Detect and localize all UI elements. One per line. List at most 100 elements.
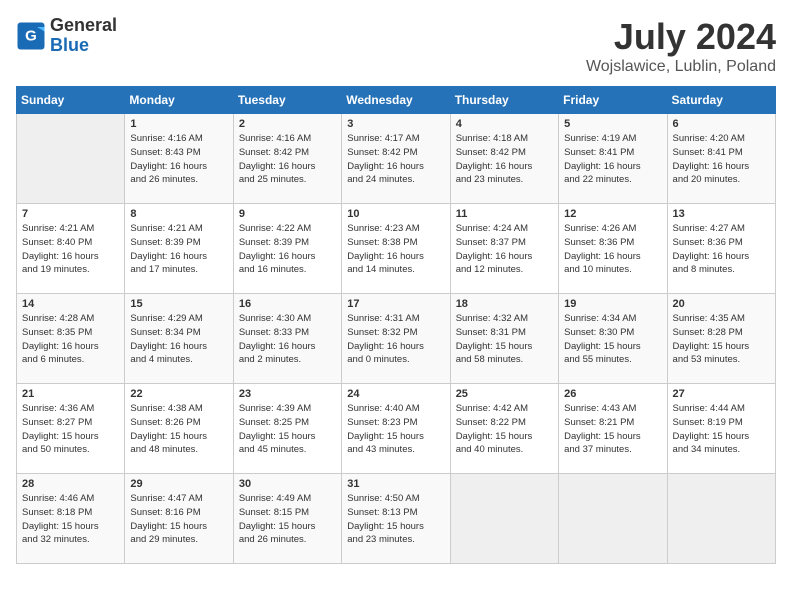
- calendar-cell: 15 Sunrise: 4:29 AMSunset: 8:34 PMDayligh…: [125, 294, 233, 384]
- calendar-cell: 27Sunrise: 4:44 AMSunset: 8:19 PMDayligh…: [667, 384, 775, 474]
- day-number: 3: [347, 118, 444, 130]
- calendar-cell: 23Sunrise: 4:39 AMSunset: 8:25 PMDayligh…: [233, 384, 341, 474]
- day-number: 12: [564, 208, 661, 220]
- day-number: 18: [456, 298, 553, 310]
- calendar-table: SundayMondayTuesdayWednesdayThursdayFrid…: [16, 86, 776, 564]
- calendar-cell: 26 Sunrise: 4:43 AMSunset: 8:21 PMDayligh…: [559, 384, 667, 474]
- calendar-week-row: 28 Sunrise: 4:46 AMSunset: 8:18 PMDayligh…: [17, 474, 776, 564]
- weekday-header: Sunday: [17, 87, 125, 114]
- day-number: 16: [239, 298, 336, 310]
- month-title: July 2024: [586, 16, 776, 58]
- calendar-week-row: 7 Sunrise: 4:21 AMSunset: 8:40 PMDaylight…: [17, 204, 776, 294]
- calendar-cell: 12 Sunrise: 4:26 AMSunset: 8:36 PMDayligh…: [559, 204, 667, 294]
- day-info: Sunrise: 4:23 AMSunset: 8:38 PMDaylight:…: [347, 222, 444, 277]
- day-info: Sunrise: 4:50 AMSunset: 8:13 PMDaylight:…: [347, 492, 444, 547]
- location: Wojslawice, Lublin, Poland: [586, 58, 776, 76]
- day-number: 21: [22, 388, 119, 400]
- day-info: Sunrise: 4:18 AMSunset: 8:42 PMDaylight:…: [456, 132, 553, 187]
- calendar-cell: 1 Sunrise: 4:16 AMSunset: 8:43 PMDaylight…: [125, 114, 233, 204]
- day-number: 28: [22, 478, 119, 490]
- day-number: 6: [673, 118, 770, 130]
- weekday-header: Saturday: [667, 87, 775, 114]
- day-number: 30: [239, 478, 336, 490]
- day-number: 22: [130, 388, 227, 400]
- logo-text: General Blue: [50, 16, 117, 56]
- day-info: Sunrise: 4:40 AMSunset: 8:23 PMDaylight:…: [347, 402, 444, 457]
- calendar-cell: 14 Sunrise: 4:28 AMSunset: 8:35 PMDayligh…: [17, 294, 125, 384]
- calendar-cell: 8 Sunrise: 4:21 AMSunset: 8:39 PMDaylight…: [125, 204, 233, 294]
- calendar-cell: 6 Sunrise: 4:20 AMSunset: 8:41 PMDaylight…: [667, 114, 775, 204]
- day-number: 14: [22, 298, 119, 310]
- day-info: Sunrise: 4:21 AMSunset: 8:40 PMDaylight:…: [22, 222, 119, 277]
- calendar-cell: [559, 474, 667, 564]
- calendar-cell: 2 Sunrise: 4:16 AMSunset: 8:42 PMDaylight…: [233, 114, 341, 204]
- day-info: Sunrise: 4:27 AMSunset: 8:36 PMDaylight:…: [673, 222, 770, 277]
- day-number: 15: [130, 298, 227, 310]
- page-header: G General Blue July 2024 Wojslawice, Lub…: [16, 16, 776, 76]
- weekday-header: Tuesday: [233, 87, 341, 114]
- day-number: 24: [347, 388, 444, 400]
- calendar-cell: 5 Sunrise: 4:19 AMSunset: 8:41 PMDaylight…: [559, 114, 667, 204]
- calendar-cell: [450, 474, 558, 564]
- day-info: Sunrise: 4:24 AMSunset: 8:37 PMDaylight:…: [456, 222, 553, 277]
- day-info: Sunrise: 4:30 AMSunset: 8:33 PMDaylight:…: [239, 312, 336, 367]
- calendar-week-row: 21 Sunrise: 4:36 AMSunset: 8:27 PMDayligh…: [17, 384, 776, 474]
- calendar-cell: 21 Sunrise: 4:36 AMSunset: 8:27 PMDayligh…: [17, 384, 125, 474]
- calendar-cell: 13Sunrise: 4:27 AMSunset: 8:36 PMDayligh…: [667, 204, 775, 294]
- day-info: Sunrise: 4:16 AMSunset: 8:43 PMDaylight:…: [130, 132, 227, 187]
- calendar-cell: 20Sunrise: 4:35 AMSunset: 8:28 PMDayligh…: [667, 294, 775, 384]
- day-info: Sunrise: 4:20 AMSunset: 8:41 PMDaylight:…: [673, 132, 770, 187]
- day-number: 26: [564, 388, 661, 400]
- day-number: 25: [456, 388, 553, 400]
- title-block: July 2024 Wojslawice, Lublin, Poland: [586, 16, 776, 76]
- day-number: 17: [347, 298, 444, 310]
- day-info: Sunrise: 4:17 AMSunset: 8:42 PMDaylight:…: [347, 132, 444, 187]
- day-info: Sunrise: 4:19 AMSunset: 8:41 PMDaylight:…: [564, 132, 661, 187]
- day-info: Sunrise: 4:16 AMSunset: 8:42 PMDaylight:…: [239, 132, 336, 187]
- day-info: Sunrise: 4:31 AMSunset: 8:32 PMDaylight:…: [347, 312, 444, 367]
- day-number: 2: [239, 118, 336, 130]
- day-number: 1: [130, 118, 227, 130]
- day-info: Sunrise: 4:36 AMSunset: 8:27 PMDaylight:…: [22, 402, 119, 457]
- logo-icon: G: [16, 21, 46, 51]
- day-info: Sunrise: 4:44 AMSunset: 8:19 PMDaylight:…: [673, 402, 770, 457]
- weekday-header: Wednesday: [342, 87, 450, 114]
- day-number: 20: [673, 298, 770, 310]
- calendar-cell: 25 Sunrise: 4:42 AMSunset: 8:22 PMDayligh…: [450, 384, 558, 474]
- calendar-cell: 9Sunrise: 4:22 AMSunset: 8:39 PMDaylight…: [233, 204, 341, 294]
- logo: G General Blue: [16, 16, 117, 56]
- calendar-cell: 4 Sunrise: 4:18 AMSunset: 8:42 PMDaylight…: [450, 114, 558, 204]
- day-info: Sunrise: 4:46 AMSunset: 8:18 PMDaylight:…: [22, 492, 119, 547]
- day-info: Sunrise: 4:21 AMSunset: 8:39 PMDaylight:…: [130, 222, 227, 277]
- day-info: Sunrise: 4:42 AMSunset: 8:22 PMDaylight:…: [456, 402, 553, 457]
- calendar-cell: 18Sunrise: 4:32 AMSunset: 8:31 PMDayligh…: [450, 294, 558, 384]
- calendar-cell: 30 Sunrise: 4:49 AMSunset: 8:15 PMDayligh…: [233, 474, 341, 564]
- calendar-cell: 19Sunrise: 4:34 AMSunset: 8:30 PMDayligh…: [559, 294, 667, 384]
- day-number: 7: [22, 208, 119, 220]
- day-info: Sunrise: 4:47 AMSunset: 8:16 PMDaylight:…: [130, 492, 227, 547]
- calendar-cell: 7 Sunrise: 4:21 AMSunset: 8:40 PMDaylight…: [17, 204, 125, 294]
- day-number: 19: [564, 298, 661, 310]
- calendar-cell: 29Sunrise: 4:47 AMSunset: 8:16 PMDayligh…: [125, 474, 233, 564]
- calendar-cell: [17, 114, 125, 204]
- day-info: Sunrise: 4:29 AMSunset: 8:34 PMDaylight:…: [130, 312, 227, 367]
- day-info: Sunrise: 4:22 AMSunset: 8:39 PMDaylight:…: [239, 222, 336, 277]
- header-row: SundayMondayTuesdayWednesdayThursdayFrid…: [17, 87, 776, 114]
- day-number: 4: [456, 118, 553, 130]
- weekday-header: Friday: [559, 87, 667, 114]
- day-number: 10: [347, 208, 444, 220]
- weekday-header: Thursday: [450, 87, 558, 114]
- day-info: Sunrise: 4:38 AMSunset: 8:26 PMDaylight:…: [130, 402, 227, 457]
- day-info: Sunrise: 4:26 AMSunset: 8:36 PMDaylight:…: [564, 222, 661, 277]
- calendar-cell: 17 Sunrise: 4:31 AMSunset: 8:32 PMDayligh…: [342, 294, 450, 384]
- calendar-week-row: 14 Sunrise: 4:28 AMSunset: 8:35 PMDayligh…: [17, 294, 776, 384]
- day-number: 31: [347, 478, 444, 490]
- day-number: 11: [456, 208, 553, 220]
- day-info: Sunrise: 4:28 AMSunset: 8:35 PMDaylight:…: [22, 312, 119, 367]
- day-number: 5: [564, 118, 661, 130]
- calendar-cell: [667, 474, 775, 564]
- day-info: Sunrise: 4:43 AMSunset: 8:21 PMDaylight:…: [564, 402, 661, 457]
- day-info: Sunrise: 4:49 AMSunset: 8:15 PMDaylight:…: [239, 492, 336, 547]
- calendar-cell: 16 Sunrise: 4:30 AMSunset: 8:33 PMDayligh…: [233, 294, 341, 384]
- day-number: 8: [130, 208, 227, 220]
